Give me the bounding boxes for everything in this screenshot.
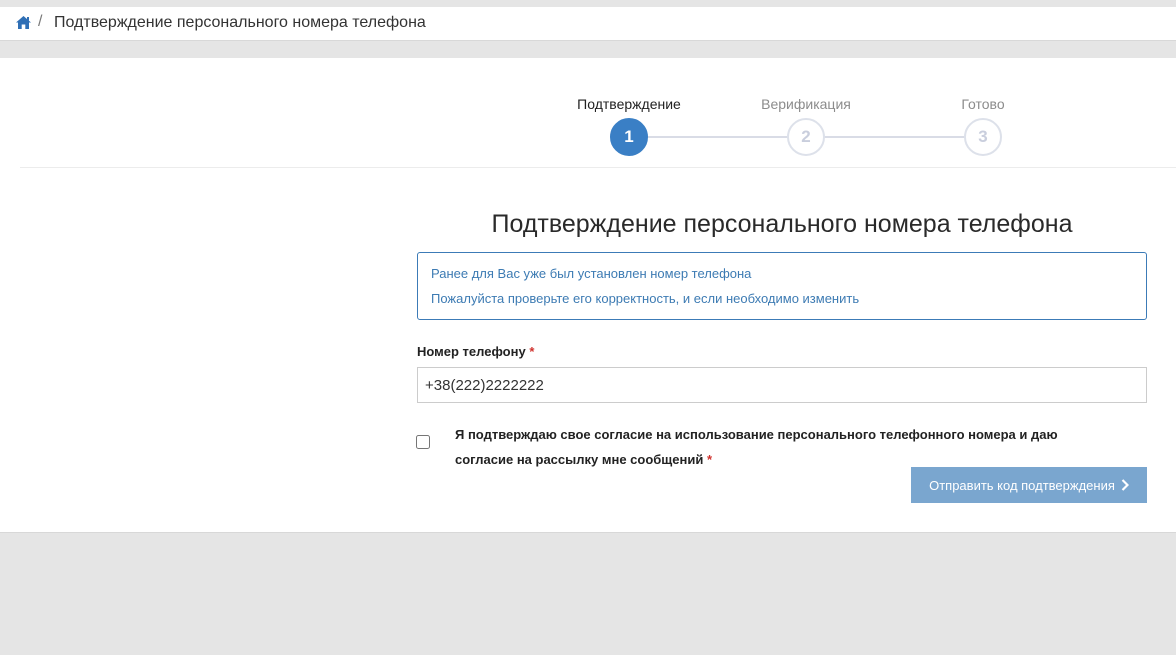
step-connector-2 — [806, 136, 983, 138]
breadcrumb-current: Подтверждение персонального номера телеф… — [54, 14, 426, 31]
step-circle-3: 3 — [964, 118, 1002, 156]
breadcrumb: / Подтверждение персонального номера тел… — [0, 7, 1176, 41]
phone-label-text: Номер телефону — [417, 344, 526, 359]
step-label-2: Верификация — [761, 96, 851, 112]
step-label-3: Готово — [961, 96, 1005, 112]
page-title: Подтверждение персонального номера телеф… — [491, 210, 1073, 238]
send-code-button[interactable]: Отправить код подтверждения — [911, 467, 1147, 503]
home-icon[interactable] — [15, 15, 32, 30]
consent-checkbox[interactable] — [416, 435, 430, 449]
step-circle-1: 1 — [610, 118, 648, 156]
breadcrumb-separator: / — [38, 13, 43, 30]
step-label-1: Подтверждение — [577, 96, 681, 112]
stepper-divider — [20, 167, 1176, 168]
consent-required-mark: * — [706, 452, 713, 467]
info-line-2: Пожалуйста проверьте его корректность, и… — [431, 291, 860, 306]
consent-label-text: Я подтверждаю свое согласие на использов… — [455, 427, 1058, 467]
required-mark: * — [529, 344, 535, 359]
phone-label: Номер телефону * — [417, 344, 534, 359]
send-code-button-label: Отправить код подтверждения — [929, 477, 1115, 493]
phone-input[interactable] — [417, 367, 1147, 403]
main-card: Подтверждение Верификация Готово 1 2 3 П… — [0, 58, 1176, 533]
top-strip — [0, 0, 1176, 7]
chevron-right-icon — [1121, 479, 1129, 491]
step-circle-2: 2 — [787, 118, 825, 156]
consent-label: Я подтверждаю свое согласие на использов… — [455, 422, 1115, 472]
info-line-1: Ранее для Вас уже был установлен номер т… — [431, 266, 752, 281]
info-box: Ранее для Вас уже был установлен номер т… — [417, 252, 1147, 320]
step-connector-1 — [629, 136, 806, 138]
